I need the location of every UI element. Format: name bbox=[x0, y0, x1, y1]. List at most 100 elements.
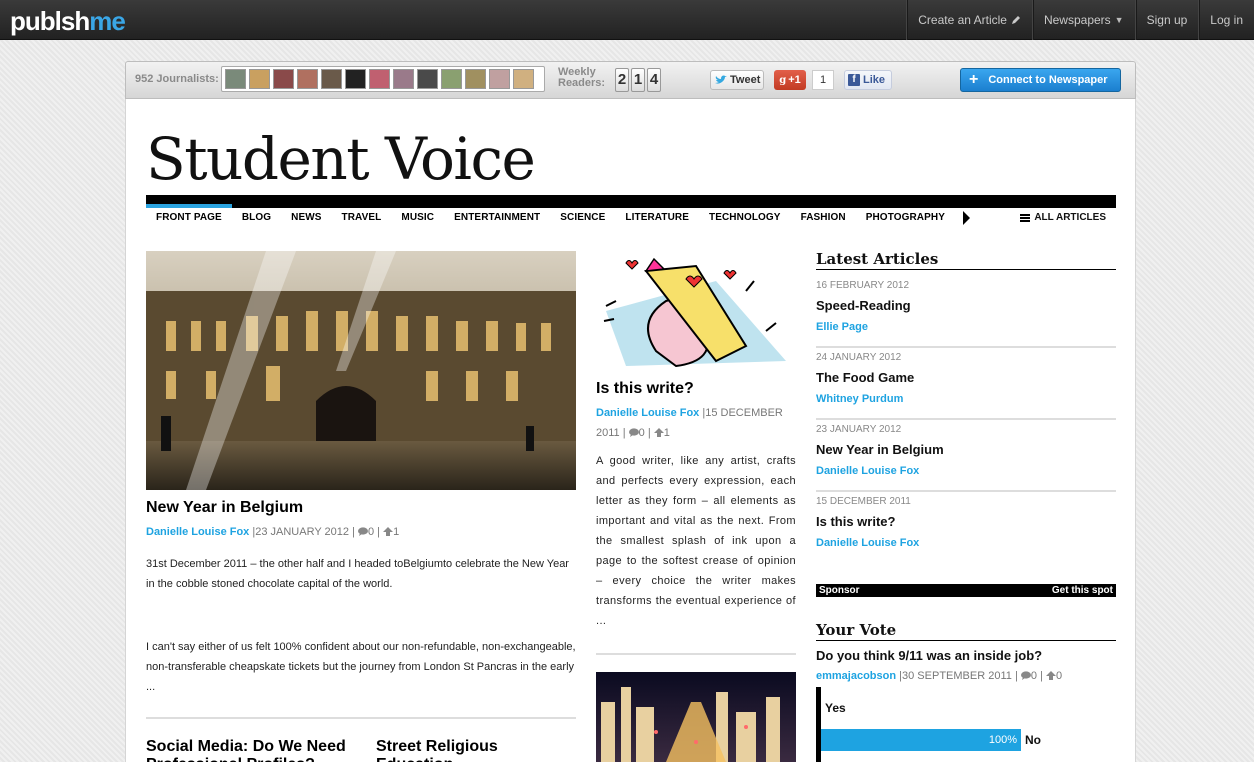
journalist-avatar[interactable] bbox=[489, 69, 510, 89]
poll-option-yes[interactable]: Yes bbox=[825, 701, 846, 715]
poll-question[interactable]: Do you think 9/11 was an inside job? bbox=[816, 648, 1042, 663]
caret-down-icon: ▼ bbox=[1114, 15, 1124, 25]
journalist-avatar[interactable] bbox=[297, 69, 318, 89]
main-article-paragraph-1: 31st December 2011 – the other half and … bbox=[146, 558, 569, 590]
connect-to-newspaper-button[interactable]: + Connect to Newspaper bbox=[960, 68, 1121, 92]
sponsor-label: Sponsor bbox=[819, 585, 860, 596]
las-vegas-article-image[interactable] bbox=[596, 672, 796, 762]
weekly-label-line2: Readers: bbox=[558, 77, 606, 89]
journalist-avatar[interactable] bbox=[345, 69, 366, 89]
readers-counter: 2 1 4 bbox=[615, 68, 661, 92]
meta-separator: | bbox=[1014, 670, 1018, 682]
google-plus-button[interactable]: g +1 bbox=[774, 70, 806, 90]
belgium-article-image[interactable] bbox=[146, 251, 576, 490]
latest-article-author[interactable]: Ellie Page bbox=[816, 321, 1116, 333]
latest-article-author[interactable]: Whitney Purdum bbox=[816, 393, 1116, 405]
poll-date: 30 SEPTEMBER 2011 bbox=[902, 670, 1012, 682]
latest-article-item: 24 JANUARY 2012 The Food Game Whitney Pu… bbox=[816, 348, 1116, 420]
newspapers-menu[interactable]: Newspapers ▼ bbox=[1031, 0, 1135, 40]
newspaper-page: Student Voice FRONT PAGE BLOG NEWS TRAVE… bbox=[125, 99, 1136, 762]
main-article-author[interactable]: Danielle Louise Fox bbox=[146, 526, 249, 538]
facebook-like-button[interactable]: f Like bbox=[844, 70, 892, 90]
nav-more-arrow-icon[interactable] bbox=[962, 211, 970, 225]
nav-literature[interactable]: LITERATURE bbox=[615, 208, 699, 228]
journalist-avatars bbox=[221, 66, 545, 92]
tweet-button[interactable]: Tweet bbox=[710, 70, 764, 90]
nav-fashion[interactable]: FASHION bbox=[791, 208, 856, 228]
log-in-label: Log in bbox=[1210, 13, 1243, 27]
writer-cartoon-image[interactable] bbox=[596, 251, 796, 371]
gplus-label: +1 bbox=[788, 74, 801, 86]
publishme-logo[interactable]: publshme bbox=[10, 6, 126, 37]
poll-author[interactable]: emmajacobson bbox=[816, 670, 896, 682]
nav-technology[interactable]: TECHNOLOGY bbox=[699, 208, 791, 228]
social-media-article-title[interactable]: Social Media: Do We Need Professional Pr… bbox=[146, 738, 356, 762]
journalist-avatar[interactable] bbox=[465, 69, 486, 89]
journalist-avatar[interactable] bbox=[321, 69, 342, 89]
nav-entertainment[interactable]: ENTERTAINMENT bbox=[444, 208, 550, 228]
weekly-readers-label: Weekly Readers: bbox=[558, 67, 605, 89]
poll-meta: emmajacobson |30 SEPTEMBER 2011 | 0 | 0 bbox=[816, 670, 1062, 682]
your-vote-heading: Your Vote bbox=[816, 621, 1116, 641]
nav-blog[interactable]: BLOG bbox=[232, 208, 281, 228]
latest-article-date: 23 JANUARY 2012 bbox=[816, 424, 902, 435]
sign-up-link[interactable]: Sign up bbox=[1134, 0, 1199, 40]
get-this-spot-link[interactable]: Get this spot bbox=[1052, 584, 1113, 597]
mid-article-title[interactable]: Is this write? bbox=[596, 380, 694, 398]
nav-music[interactable]: MUSIC bbox=[391, 208, 444, 228]
journalist-avatar[interactable] bbox=[417, 69, 438, 89]
main-article-title[interactable]: New Year in Belgium bbox=[146, 499, 303, 517]
poll-bar-no: 100% bbox=[821, 729, 1021, 751]
create-article-label: Create an Article bbox=[918, 13, 1007, 27]
plus-icon: + bbox=[969, 71, 979, 88]
latest-article-title[interactable]: New Year in Belgium bbox=[816, 442, 1116, 465]
latest-article-date: 24 JANUARY 2012 bbox=[816, 352, 902, 363]
poll-votes: 0 bbox=[1055, 670, 1063, 682]
journalist-avatar[interactable] bbox=[225, 69, 246, 89]
journalist-avatar[interactable] bbox=[369, 69, 390, 89]
journalist-avatar[interactable] bbox=[249, 69, 270, 89]
social-bar: 952 Journalists: Weekly Readers: 2 1 4 Tw… bbox=[125, 61, 1136, 99]
top-bar: publshme Create an Article Newspapers ▼ … bbox=[0, 0, 1254, 40]
journalist-avatar[interactable] bbox=[441, 69, 462, 89]
mid-article-author[interactable]: Danielle Louise Fox bbox=[596, 407, 699, 419]
meta-separator: | bbox=[352, 526, 355, 538]
latest-article-title[interactable]: Is this write? bbox=[816, 514, 1116, 537]
twitter-bird-icon bbox=[715, 75, 727, 84]
journalist-avatar[interactable] bbox=[273, 69, 294, 89]
mid-article-comments: 0 bbox=[638, 427, 645, 439]
nav-photography[interactable]: PHOTOGRAPHY bbox=[856, 208, 955, 228]
meta-separator: | bbox=[1040, 670, 1043, 682]
nav-news[interactable]: NEWS bbox=[281, 208, 331, 228]
poll-results-chart: Yes 100% No bbox=[816, 687, 1116, 762]
latest-article-date: 15 DECEMBER 2011 bbox=[816, 496, 911, 507]
log-in-link[interactable]: Log in bbox=[1198, 0, 1254, 40]
like-label: Like bbox=[863, 74, 886, 86]
poll-option-no[interactable]: No bbox=[1025, 733, 1041, 747]
main-article-date: 23 JANUARY 2012 bbox=[255, 526, 349, 538]
logo-text-b: me bbox=[89, 6, 126, 36]
main-article-comments: 0 bbox=[367, 526, 375, 538]
street-religious-article-title[interactable]: Street Religious Education bbox=[376, 738, 576, 762]
sign-up-label: Sign up bbox=[1146, 13, 1188, 27]
facebook-icon: f bbox=[848, 74, 860, 86]
list-icon bbox=[1020, 214, 1031, 222]
main-article-votes: 1 bbox=[393, 526, 400, 538]
latest-article-author[interactable]: Danielle Louise Fox bbox=[816, 465, 1116, 477]
mid-article-excerpt: A good writer, like any artist, crafts a… bbox=[596, 455, 796, 627]
nav-science[interactable]: SCIENCE bbox=[550, 208, 615, 228]
latest-article-author[interactable]: Danielle Louise Fox bbox=[816, 537, 1116, 549]
newspaper-title[interactable]: Student Voice bbox=[146, 125, 536, 193]
create-article-link[interactable]: Create an Article bbox=[906, 0, 1032, 40]
journalist-avatar[interactable] bbox=[513, 69, 534, 89]
main-article-paragraph-2: I can't say either of us felt 100% confi… bbox=[146, 641, 576, 693]
nav-travel[interactable]: TRAVEL bbox=[332, 208, 392, 228]
latest-article-title[interactable]: The Food Game bbox=[816, 370, 1116, 393]
nav-front-page[interactable]: FRONT PAGE bbox=[146, 204, 232, 228]
vote-up-icon bbox=[1045, 671, 1056, 680]
article-divider bbox=[146, 717, 576, 719]
latest-article-title[interactable]: Speed-Reading bbox=[816, 298, 1116, 321]
readers-digit: 1 bbox=[631, 68, 645, 92]
all-articles-link[interactable]: ALL ARTICLES bbox=[1020, 208, 1106, 228]
journalist-avatar[interactable] bbox=[393, 69, 414, 89]
